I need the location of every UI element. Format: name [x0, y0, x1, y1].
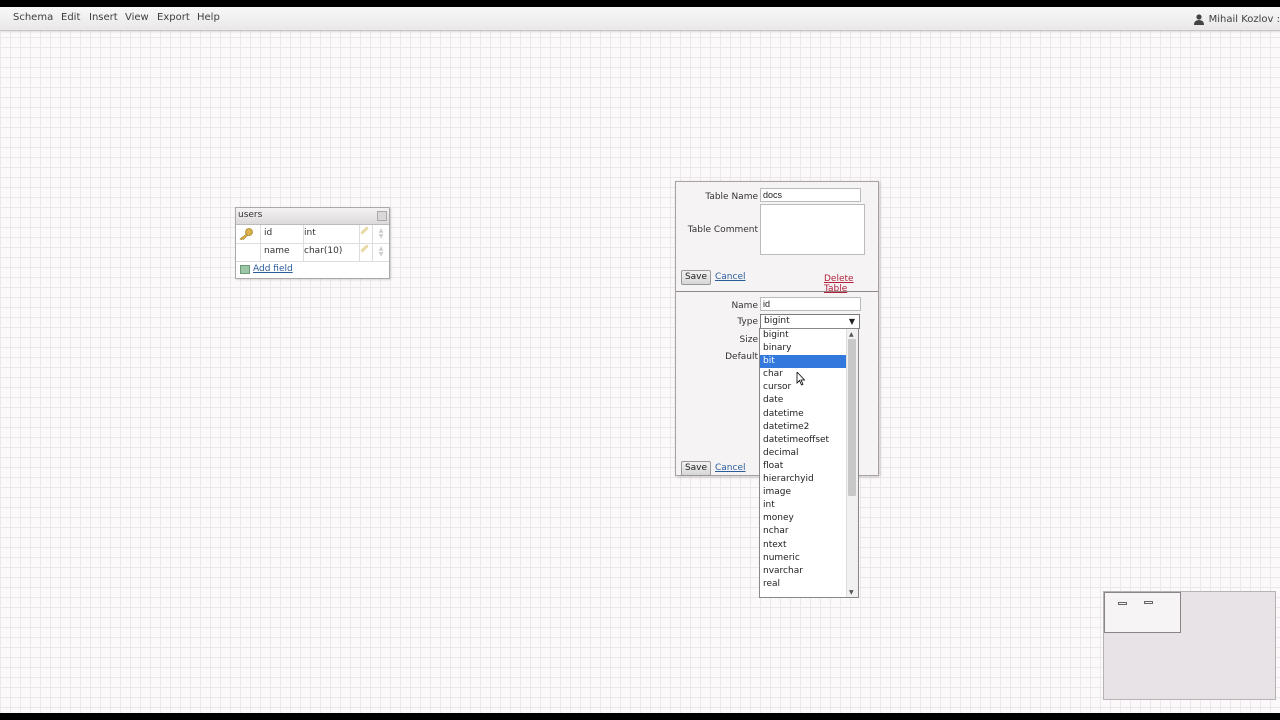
field-size-label: Size — [739, 335, 758, 345]
type-option[interactable]: nvarchar — [760, 565, 847, 578]
field-name-input[interactable] — [760, 297, 861, 311]
user-icon — [1193, 13, 1204, 25]
menu-schema[interactable]: Schema — [13, 12, 53, 23]
add-field-link[interactable]: Add field — [253, 264, 293, 274]
type-option[interactable]: datetime2 — [760, 421, 847, 434]
type-option[interactable]: binary — [760, 342, 847, 355]
type-option[interactable]: ntext — [760, 539, 847, 552]
table-row[interactable]: name char(10) ▲ ▼ — [236, 243, 389, 262]
menu-view[interactable]: View — [125, 12, 149, 23]
scroll-up-icon[interactable]: ▲ — [849, 331, 854, 338]
table-row[interactable]: id int ▲ ▼ — [236, 225, 389, 244]
edit-field-button[interactable] — [357, 225, 373, 243]
add-field-icon — [240, 264, 250, 274]
save-table-button[interactable]: Save — [681, 270, 711, 285]
pencil-icon — [360, 244, 369, 253]
type-option[interactable]: bigint — [760, 329, 847, 342]
field-name-label: Name — [731, 301, 758, 311]
field-type: int — [301, 225, 360, 243]
section-divider — [676, 291, 878, 292]
key-cell — [236, 243, 261, 261]
schema-canvas[interactable]: Schema Edit Insert View Export Help Miha… — [0, 7, 1280, 713]
field-type-value: bigint — [764, 316, 790, 326]
user-name: Mihail Kozlov : — [1208, 13, 1280, 25]
type-option[interactable]: datetime — [760, 408, 847, 421]
type-option[interactable]: decimal — [760, 447, 847, 460]
scroll-down-icon[interactable]: ▼ — [849, 589, 854, 596]
menu-help[interactable]: Help — [197, 12, 220, 23]
field-type-select[interactable]: bigint ▼ — [760, 314, 860, 329]
field-default-label: Default — [725, 352, 758, 362]
edit-field-button[interactable] — [357, 243, 373, 261]
type-option-highlighted[interactable]: bit — [760, 355, 847, 369]
move-field-handle[interactable]: ▲ ▼ — [373, 225, 388, 243]
type-option[interactable]: real — [760, 578, 847, 591]
users-table[interactable]: users id int ▲ ▼ name char(10) ▲ ▼ Add fi — [235, 207, 390, 279]
key-icon — [239, 228, 253, 240]
dropdown-scrollbar[interactable]: ▲ ▼ — [846, 329, 858, 597]
type-option[interactable]: numeric — [760, 552, 847, 565]
user-menu[interactable]: Mihail Kozlov : — [1193, 12, 1280, 26]
type-option[interactable]: datetimeoffset — [760, 434, 847, 447]
menu-bar: Schema Edit Insert View Export Help Miha… — [0, 7, 1280, 31]
dropdown-arrow-icon: ▼ — [848, 317, 855, 326]
type-option[interactable]: int — [760, 499, 847, 512]
table-name-input[interactable] — [760, 188, 861, 202]
type-option[interactable]: float — [760, 460, 847, 473]
cancel-table-link[interactable]: Cancel — [715, 272, 746, 282]
menu-edit[interactable]: Edit — [61, 12, 80, 23]
table-comment-textarea[interactable] — [760, 204, 865, 255]
pencil-icon — [360, 226, 369, 235]
type-option[interactable]: hierarchyid — [760, 473, 847, 486]
type-option[interactable]: nchar — [760, 525, 847, 538]
key-cell — [236, 225, 261, 243]
minimap-viewport[interactable] — [1104, 592, 1181, 633]
minimap-table — [1144, 601, 1153, 604]
table-name-label: Table Name — [705, 192, 758, 202]
menu-export[interactable]: Export — [157, 12, 190, 23]
updown-arrows-icon: ▲ ▼ — [378, 227, 384, 240]
minimap[interactable] — [1103, 591, 1276, 700]
field-type-label: Type — [737, 317, 758, 327]
mouse-cursor-icon — [796, 372, 806, 386]
type-option[interactable]: money — [760, 512, 847, 525]
scrollbar-thumb[interactable] — [848, 339, 856, 496]
table-comment-label: Table Comment — [687, 225, 758, 235]
move-field-handle[interactable]: ▲ ▼ — [373, 243, 388, 261]
field-name: id — [261, 225, 304, 243]
type-option[interactable]: image — [760, 486, 847, 499]
minimap-table — [1118, 602, 1127, 605]
edit-table-icon[interactable] — [377, 211, 387, 221]
field-name: name — [261, 243, 304, 261]
menu-insert[interactable]: Insert — [89, 12, 118, 23]
type-option[interactable]: date — [760, 394, 847, 407]
add-field-row: Add field — [240, 264, 293, 274]
cancel-field-link[interactable]: Cancel — [715, 463, 746, 473]
type-dropdown-list[interactable]: bigint binary bit char cursor date datet… — [759, 328, 859, 598]
field-type: char(10) — [301, 243, 360, 261]
table-title: users — [238, 210, 263, 220]
table-header[interactable]: users — [236, 208, 389, 225]
updown-arrows-icon: ▲ ▼ — [378, 245, 384, 258]
save-field-button[interactable]: Save — [681, 461, 711, 476]
